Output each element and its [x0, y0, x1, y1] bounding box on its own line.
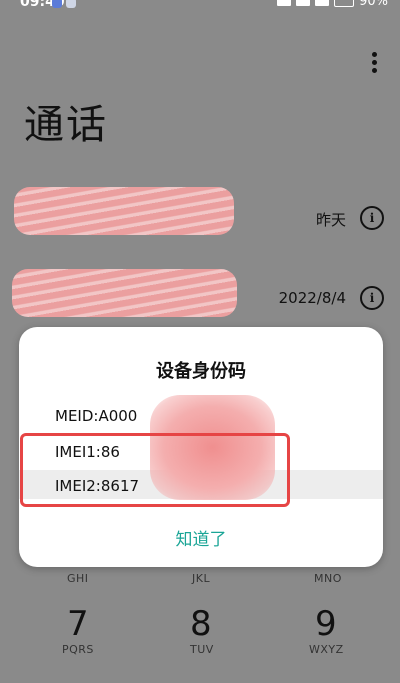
call-log-item[interactable]: 昨天 i: [0, 185, 400, 245]
status-right: 90%: [277, 0, 388, 9]
call-date: 2022/8/4: [278, 289, 346, 307]
more-options-icon[interactable]: [370, 52, 378, 74]
key-letters: MNO: [314, 572, 342, 585]
redacted-contact: [14, 187, 234, 235]
key-letters: PQRS: [62, 643, 94, 656]
call-log-item[interactable]: 2022/8/4 i: [0, 265, 400, 325]
battery-icon: [334, 0, 355, 7]
status-notification-icons: [52, 0, 76, 8]
key-digit: 7: [67, 604, 89, 644]
battery-level: 90%: [359, 0, 388, 9]
info-icon[interactable]: i: [360, 206, 384, 230]
key-digit: 9: [315, 604, 337, 644]
key-letters: WXYZ: [309, 643, 344, 656]
signal-icon: [315, 0, 330, 6]
call-date: 昨天: [315, 211, 346, 229]
key-letters: GHI: [67, 572, 89, 585]
info-icon[interactable]: i: [360, 286, 384, 310]
highlight-box: [20, 433, 290, 507]
signal-icon: [277, 0, 292, 6]
redacted-contact: [12, 269, 237, 317]
wifi-icon: [296, 0, 311, 6]
status-bar: 09:40 90%: [0, 0, 400, 14]
key-digit: 8: [190, 604, 212, 644]
page-title: 通话: [24, 102, 108, 148]
key-letters: TUV: [190, 643, 214, 656]
app-notification-icon: [52, 0, 62, 8]
app-notification-icon: [66, 0, 76, 8]
dialog-title: 设备身份码: [156, 361, 246, 382]
key-letters: JKL: [192, 572, 211, 585]
ok-button[interactable]: 知道了: [19, 525, 383, 550]
meid-line: MEID:A000: [55, 407, 138, 425]
